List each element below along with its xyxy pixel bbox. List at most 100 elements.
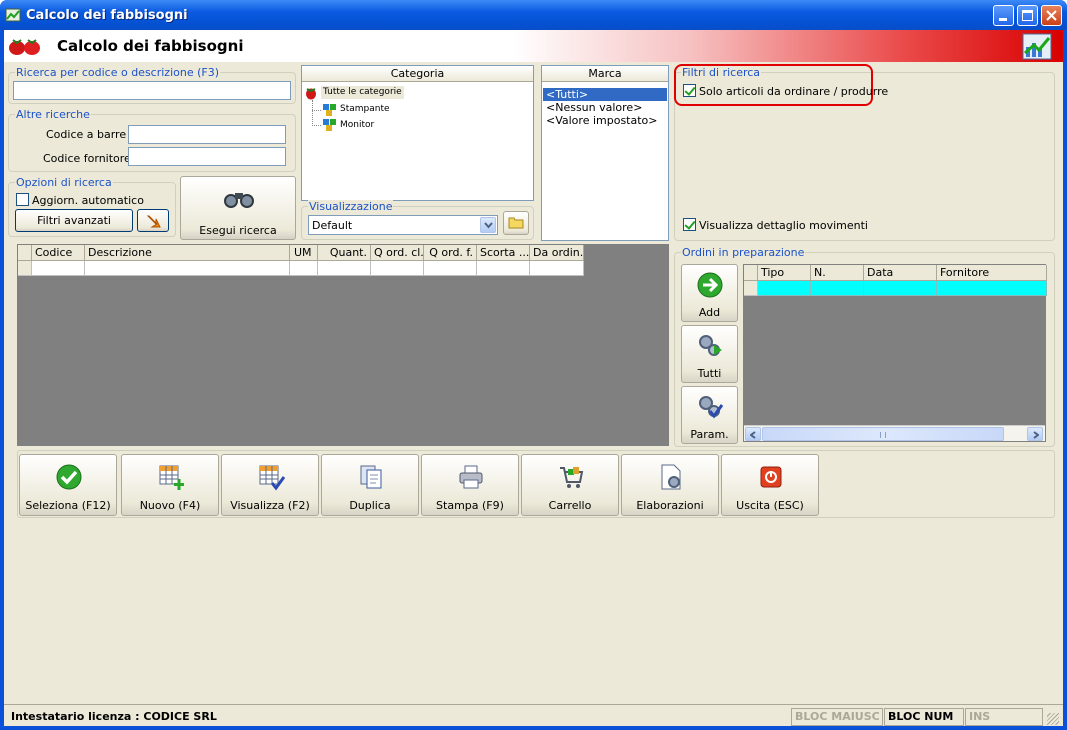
column-header-q-ord-cl[interactable]: Q ord. cl. bbox=[371, 245, 424, 261]
app-window: Calcolo dei fabbisogni Calcolo dei fabbi… bbox=[0, 0, 1067, 730]
category-panel[interactable]: Categoria Tutte le categorie Stampante M… bbox=[301, 65, 534, 201]
barcode-label: Codice a barre : bbox=[46, 128, 134, 141]
column-header-data[interactable]: Data bbox=[864, 265, 937, 281]
auto-update-checkbox[interactable] bbox=[16, 193, 29, 206]
orders-group-label: Ordini in preparazione bbox=[681, 246, 806, 259]
processing-button[interactable]: Elaborazioni bbox=[621, 454, 719, 516]
new-button[interactable]: Nuovo (F4) bbox=[121, 454, 219, 516]
page-title: Calcolo dei fabbisogni bbox=[57, 37, 244, 55]
category-monitor[interactable]: Monitor bbox=[340, 120, 374, 130]
gears-check-icon bbox=[699, 396, 724, 419]
num-lock-status: BLOC NUM bbox=[884, 708, 964, 726]
chart-logo-icon bbox=[1022, 33, 1052, 60]
table-cell[interactable] bbox=[477, 261, 530, 276]
column-header-q-ord-f[interactable]: Q ord. f. bbox=[424, 245, 477, 261]
caps-lock-status: BLOC MAIUSC bbox=[791, 708, 883, 726]
resize-grip[interactable] bbox=[1047, 713, 1059, 725]
select-button[interactable]: Seleziona (F12) bbox=[19, 454, 117, 516]
cart-icon bbox=[560, 467, 584, 488]
orders-grid[interactable]: Tipo N. Data Fornitore bbox=[743, 264, 1047, 442]
add-order-button[interactable]: Add bbox=[681, 264, 738, 322]
view-select[interactable]: Default bbox=[308, 215, 498, 235]
table-cell[interactable] bbox=[530, 261, 584, 276]
column-header-codice[interactable]: Codice bbox=[32, 245, 85, 261]
view-group-label: Visualizzazione bbox=[308, 200, 394, 213]
table-cell[interactable] bbox=[318, 261, 371, 276]
view-folder-button[interactable] bbox=[503, 211, 529, 235]
column-header-tipo[interactable]: Tipo bbox=[758, 265, 811, 281]
supplier-code-input[interactable] bbox=[128, 147, 286, 166]
column-header-da-ordin[interactable]: Da ordin. bbox=[530, 245, 584, 261]
column-header-um[interactable]: UM bbox=[290, 245, 318, 261]
duplicate-button[interactable]: Duplica bbox=[321, 454, 419, 516]
table-cell[interactable] bbox=[758, 281, 811, 296]
only-to-order-label: Solo articoli da ordinare / produrre bbox=[699, 85, 889, 98]
view-select-value: Default bbox=[312, 219, 353, 232]
license-status: Intestatario licenza : CODICE SRL bbox=[7, 708, 790, 726]
new-label: Nuovo (F4) bbox=[139, 499, 201, 512]
table-cell[interactable] bbox=[85, 261, 290, 276]
column-header-fornitore[interactable]: Fornitore bbox=[937, 265, 1047, 281]
show-movements-checkbox[interactable] bbox=[683, 218, 696, 231]
auto-update-label: Aggiorn. automatico bbox=[32, 194, 144, 207]
document-gear-icon bbox=[661, 464, 681, 490]
column-header-scorta[interactable]: Scorta ... bbox=[477, 245, 530, 261]
horizontal-scrollbar[interactable] bbox=[744, 425, 1045, 441]
table-cell[interactable] bbox=[32, 261, 85, 276]
column-header-n[interactable]: N. bbox=[811, 265, 864, 281]
grid-check-icon bbox=[259, 465, 285, 491]
filter-arrow-button[interactable] bbox=[137, 209, 169, 232]
scroll-right-icon[interactable] bbox=[1027, 427, 1043, 441]
table-cell[interactable] bbox=[371, 261, 424, 276]
only-to-order-checkbox[interactable] bbox=[683, 84, 696, 97]
status-bar: Intestatario licenza : CODICE SRL BLOC M… bbox=[4, 704, 1063, 726]
grid-add-icon bbox=[159, 465, 184, 490]
advanced-filters-button[interactable]: Filtri avanzati bbox=[15, 209, 133, 232]
row-selector[interactable] bbox=[18, 261, 32, 276]
scroll-left-icon[interactable] bbox=[745, 427, 761, 441]
search-group-label: Ricerca per codice o descrizione (F3) bbox=[15, 66, 221, 79]
check-circle-icon bbox=[56, 464, 82, 490]
table-cell[interactable] bbox=[290, 261, 318, 276]
app-icon bbox=[5, 8, 21, 22]
brand-item-value-set[interactable]: <Valore impostato> bbox=[546, 114, 658, 127]
select-label: Seleziona (F12) bbox=[25, 499, 111, 512]
column-header-descrizione[interactable]: Descrizione bbox=[85, 245, 290, 261]
table-cell[interactable] bbox=[424, 261, 477, 276]
processing-label: Elaborazioni bbox=[636, 499, 704, 512]
barcode-input[interactable] bbox=[128, 125, 286, 144]
gears-play-icon bbox=[699, 335, 722, 356]
params-button[interactable]: Param. bbox=[681, 386, 738, 444]
scroll-thumb[interactable] bbox=[762, 427, 1004, 441]
table-cell[interactable] bbox=[937, 281, 1047, 296]
view-button[interactable]: Visualizza (F2) bbox=[221, 454, 319, 516]
brand-item-all[interactable]: <Tutti> bbox=[546, 88, 588, 101]
chevron-down-icon[interactable] bbox=[480, 217, 496, 233]
category-node-icon bbox=[323, 104, 336, 116]
exit-button[interactable]: Uscita (ESC) bbox=[721, 454, 819, 516]
category-stampante[interactable]: Stampante bbox=[340, 104, 390, 114]
category-all[interactable]: Tutte le categorie bbox=[321, 86, 404, 99]
row-selector[interactable] bbox=[744, 281, 758, 296]
maximize-button[interactable] bbox=[1017, 5, 1038, 26]
run-search-button[interactable]: Esegui ricerca bbox=[180, 176, 296, 240]
strawberry-icon bbox=[306, 88, 316, 100]
brand-item-no-value[interactable]: <Nessun valore> bbox=[546, 101, 642, 114]
all-orders-button[interactable]: Tutti bbox=[681, 325, 738, 383]
column-header-quant[interactable]: Quant. bbox=[318, 245, 371, 261]
print-button[interactable]: Stampa (F9) bbox=[421, 454, 519, 516]
search-input[interactable] bbox=[13, 81, 291, 100]
folder-icon bbox=[508, 217, 524, 229]
strawberry-icon bbox=[9, 39, 40, 55]
close-button[interactable] bbox=[1041, 5, 1062, 26]
minimize-button[interactable] bbox=[993, 5, 1014, 26]
table-cell[interactable] bbox=[864, 281, 937, 296]
cart-button[interactable]: Carrello bbox=[521, 454, 619, 516]
form-header: Calcolo dei fabbisogni bbox=[4, 30, 1063, 62]
insert-status: INS bbox=[965, 708, 1043, 726]
title-bar[interactable]: Calcolo dei fabbisogni bbox=[0, 0, 1067, 30]
arrow-right-icon bbox=[697, 272, 723, 298]
table-cell[interactable] bbox=[811, 281, 864, 296]
brand-panel[interactable]: Marca <Tutti> <Nessun valore> <Valore im… bbox=[541, 65, 669, 241]
articles-grid[interactable]: Codice Descrizione UM Quant. Q ord. cl. … bbox=[17, 244, 669, 446]
